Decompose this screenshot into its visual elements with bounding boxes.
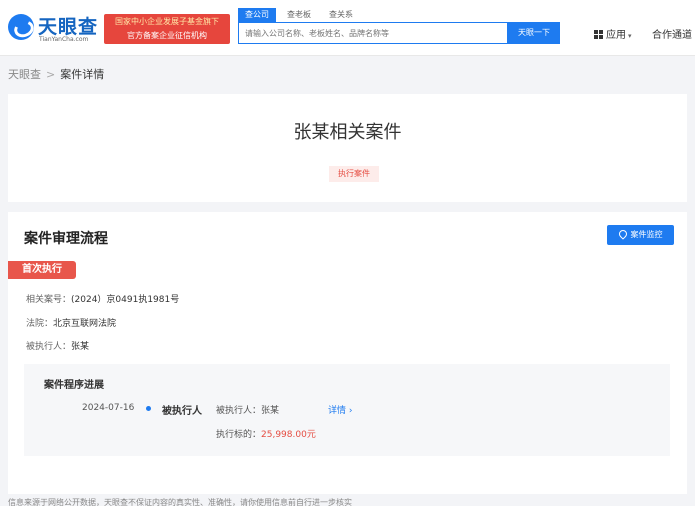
section-title: 案件审理流程 — [24, 231, 108, 247]
timeline-date: 2024-07-16 — [82, 403, 135, 413]
court-row: 法院：北京互联网法院 — [26, 316, 116, 329]
case-monitor-button[interactable]: 案件监控 — [607, 225, 674, 245]
breadcrumb-separator: > — [46, 68, 56, 81]
case-number-row: 相关案号：(2024）京0491执1981号 — [26, 292, 179, 305]
banner-line-1: 国家中小企业发展子基金旗下 — [115, 17, 219, 26]
case-type-tag: 执行案件 — [329, 166, 379, 182]
stage-badge: 首次执行 — [8, 261, 76, 279]
disclaimer-note: 信息来源于网络公开数据，天眼查不保证内容的真实性、准确性，请你使用信息前自行进一… — [8, 498, 352, 506]
execution-amount-row: 执行标的：25,998.00元 — [216, 427, 316, 440]
execution-amount-value: 25,998.00元 — [261, 430, 316, 440]
case-title-card: 张某相关案件 执行案件 — [8, 94, 687, 202]
breadcrumb-current: 案件详情 — [60, 68, 105, 81]
search-button[interactable]: 天眼一下 — [508, 22, 560, 44]
search-box — [238, 22, 508, 44]
court-label: 法院： — [26, 319, 54, 329]
execution-amount-label: 执行标的： — [216, 430, 262, 440]
chevron-down-icon: ▾ — [628, 32, 632, 40]
page-title: 张某相关案件 — [293, 122, 402, 143]
search-input[interactable] — [239, 23, 507, 43]
executed-person-value: 张某 — [71, 342, 90, 352]
apps-label: 应用 — [606, 30, 626, 41]
logo-subtext: TianYanCha.com — [39, 36, 89, 43]
detail-link-label: 详情 — [328, 406, 347, 416]
breadcrumb: 天眼查 > 案件详情 — [8, 66, 104, 82]
executed-person-label: 被执行人： — [26, 342, 72, 352]
timeline-role: 被执行人 — [162, 406, 202, 417]
timeline-dot-icon — [146, 406, 151, 411]
tab-search-relation[interactable]: 查关系 — [322, 8, 360, 22]
case-number-label: 相关案号： — [26, 295, 72, 305]
detail-link[interactable]: 详情 › — [328, 403, 353, 416]
tianyancha-logo[interactable]: 天眼查 TianYanCha.com — [8, 12, 100, 44]
apps-menu[interactable]: 应用 ▾ — [594, 26, 632, 41]
court-value[interactable]: 北京互联网法院 — [53, 319, 116, 329]
timeline-party-value: 张某 — [261, 406, 280, 416]
procedure-progress-title: 案件程序进展 — [44, 380, 104, 391]
breadcrumb-home-link[interactable]: 天眼查 — [8, 68, 41, 81]
timeline-party: 被执行人：张某 — [216, 403, 279, 416]
apps-grid-icon — [594, 30, 603, 39]
partner-channel-link[interactable]: 合作通道 — [652, 26, 692, 41]
case-monitor-label: 案件监控 — [630, 230, 663, 239]
timeline-party-label: 被执行人： — [216, 406, 262, 416]
banner-line-2: 官方备案企业征信机构 — [127, 31, 207, 40]
search-tabs: 查公司 查老板 查关系 — [238, 8, 364, 22]
top-header: 天眼查 TianYanCha.com 国家中小企业发展子基金旗下 官方备案企业征… — [0, 0, 695, 56]
official-banner[interactable]: 国家中小企业发展子基金旗下 官方备案企业征信机构 — [104, 14, 230, 44]
tab-search-boss[interactable]: 查老板 — [280, 8, 318, 22]
location-pin-icon — [616, 228, 629, 240]
chevron-right-icon: › — [348, 406, 353, 416]
tab-search-company[interactable]: 查公司 — [238, 8, 276, 22]
logo-eye-icon — [8, 14, 34, 40]
procedure-progress-panel: 案件程序进展 2024-07-16 被执行人 被执行人：张某 详情 › 执行标的… — [24, 364, 670, 456]
logo-text: 天眼查 — [38, 16, 99, 38]
executed-person-row: 被执行人：张某 — [26, 339, 89, 352]
case-process-card: 案件审理流程 案件监控 首次执行 相关案号：(2024）京0491执1981号 … — [8, 212, 687, 494]
case-number-value: (2024）京0491执1981号 — [71, 295, 180, 305]
